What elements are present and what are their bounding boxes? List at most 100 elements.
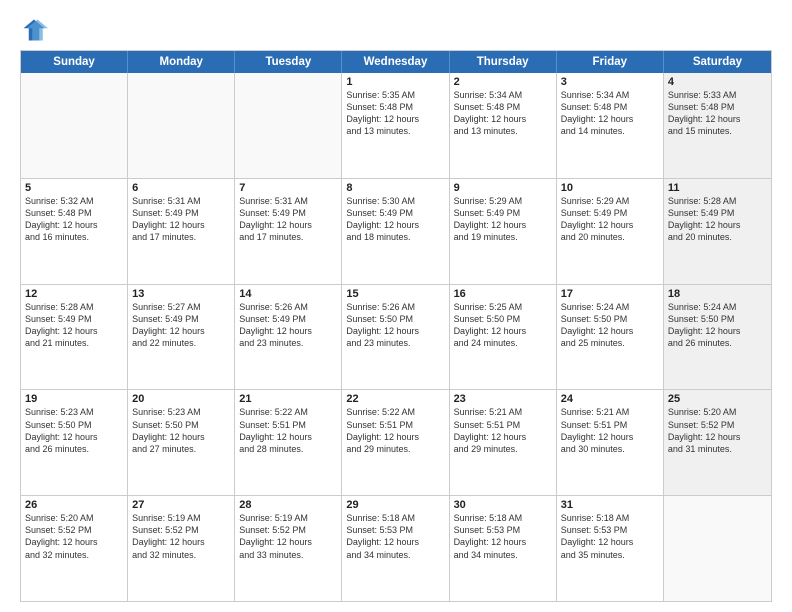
day-number: 7	[239, 182, 337, 194]
cell-info: Sunrise: 5:19 AMSunset: 5:52 PMDaylight:…	[239, 512, 337, 561]
calendar: SundayMondayTuesdayWednesdayThursdayFrid…	[20, 50, 772, 602]
calendar-cell: 23Sunrise: 5:21 AMSunset: 5:51 PMDayligh…	[450, 390, 557, 495]
cell-info: Sunrise: 5:29 AMSunset: 5:49 PMDaylight:…	[454, 195, 552, 244]
day-number: 27	[132, 499, 230, 511]
day-number: 21	[239, 393, 337, 405]
calendar-cell: 8Sunrise: 5:30 AMSunset: 5:49 PMDaylight…	[342, 179, 449, 284]
header-day: Tuesday	[235, 51, 342, 73]
cell-info: Sunrise: 5:22 AMSunset: 5:51 PMDaylight:…	[239, 406, 337, 455]
calendar-cell: 24Sunrise: 5:21 AMSunset: 5:51 PMDayligh…	[557, 390, 664, 495]
header-day: Sunday	[21, 51, 128, 73]
day-number: 28	[239, 499, 337, 511]
cell-info: Sunrise: 5:21 AMSunset: 5:51 PMDaylight:…	[454, 406, 552, 455]
day-number: 17	[561, 288, 659, 300]
cell-info: Sunrise: 5:18 AMSunset: 5:53 PMDaylight:…	[454, 512, 552, 561]
cell-info: Sunrise: 5:31 AMSunset: 5:49 PMDaylight:…	[132, 195, 230, 244]
calendar-cell: 20Sunrise: 5:23 AMSunset: 5:50 PMDayligh…	[128, 390, 235, 495]
day-number: 19	[25, 393, 123, 405]
cell-info: Sunrise: 5:31 AMSunset: 5:49 PMDaylight:…	[239, 195, 337, 244]
cell-info: Sunrise: 5:27 AMSunset: 5:49 PMDaylight:…	[132, 301, 230, 350]
day-number: 10	[561, 182, 659, 194]
cell-info: Sunrise: 5:24 AMSunset: 5:50 PMDaylight:…	[668, 301, 767, 350]
day-number: 31	[561, 499, 659, 511]
calendar-cell: 11Sunrise: 5:28 AMSunset: 5:49 PMDayligh…	[664, 179, 771, 284]
day-number: 20	[132, 393, 230, 405]
calendar-cell: 14Sunrise: 5:26 AMSunset: 5:49 PMDayligh…	[235, 285, 342, 390]
calendar-cell: 13Sunrise: 5:27 AMSunset: 5:49 PMDayligh…	[128, 285, 235, 390]
calendar-cell: 21Sunrise: 5:22 AMSunset: 5:51 PMDayligh…	[235, 390, 342, 495]
calendar-cell: 26Sunrise: 5:20 AMSunset: 5:52 PMDayligh…	[21, 496, 128, 601]
cell-info: Sunrise: 5:26 AMSunset: 5:49 PMDaylight:…	[239, 301, 337, 350]
header-day: Wednesday	[342, 51, 449, 73]
day-number: 2	[454, 76, 552, 88]
day-number: 15	[346, 288, 444, 300]
day-number: 23	[454, 393, 552, 405]
day-number: 14	[239, 288, 337, 300]
calendar-body: 1Sunrise: 5:35 AMSunset: 5:48 PMDaylight…	[21, 73, 771, 601]
cell-info: Sunrise: 5:28 AMSunset: 5:49 PMDaylight:…	[25, 301, 123, 350]
cell-info: Sunrise: 5:29 AMSunset: 5:49 PMDaylight:…	[561, 195, 659, 244]
calendar-row: 1Sunrise: 5:35 AMSunset: 5:48 PMDaylight…	[21, 73, 771, 178]
cell-info: Sunrise: 5:34 AMSunset: 5:48 PMDaylight:…	[561, 89, 659, 138]
day-number: 30	[454, 499, 552, 511]
calendar-cell: 1Sunrise: 5:35 AMSunset: 5:48 PMDaylight…	[342, 73, 449, 178]
day-number: 5	[25, 182, 123, 194]
calendar-row: 5Sunrise: 5:32 AMSunset: 5:48 PMDaylight…	[21, 178, 771, 284]
calendar-cell: 2Sunrise: 5:34 AMSunset: 5:48 PMDaylight…	[450, 73, 557, 178]
calendar-cell: 15Sunrise: 5:26 AMSunset: 5:50 PMDayligh…	[342, 285, 449, 390]
page: SundayMondayTuesdayWednesdayThursdayFrid…	[0, 0, 792, 612]
header-day: Friday	[557, 51, 664, 73]
calendar-row: 26Sunrise: 5:20 AMSunset: 5:52 PMDayligh…	[21, 495, 771, 601]
day-number: 8	[346, 182, 444, 194]
logo-icon	[20, 16, 48, 44]
cell-info: Sunrise: 5:18 AMSunset: 5:53 PMDaylight:…	[561, 512, 659, 561]
day-number: 29	[346, 499, 444, 511]
day-number: 16	[454, 288, 552, 300]
cell-info: Sunrise: 5:28 AMSunset: 5:49 PMDaylight:…	[668, 195, 767, 244]
calendar-cell: 30Sunrise: 5:18 AMSunset: 5:53 PMDayligh…	[450, 496, 557, 601]
day-number: 3	[561, 76, 659, 88]
calendar-cell: 3Sunrise: 5:34 AMSunset: 5:48 PMDaylight…	[557, 73, 664, 178]
calendar-cell: 6Sunrise: 5:31 AMSunset: 5:49 PMDaylight…	[128, 179, 235, 284]
day-number: 1	[346, 76, 444, 88]
calendar-cell: 18Sunrise: 5:24 AMSunset: 5:50 PMDayligh…	[664, 285, 771, 390]
calendar-cell	[235, 73, 342, 178]
cell-info: Sunrise: 5:18 AMSunset: 5:53 PMDaylight:…	[346, 512, 444, 561]
calendar-cell: 10Sunrise: 5:29 AMSunset: 5:49 PMDayligh…	[557, 179, 664, 284]
cell-info: Sunrise: 5:32 AMSunset: 5:48 PMDaylight:…	[25, 195, 123, 244]
calendar-cell: 4Sunrise: 5:33 AMSunset: 5:48 PMDaylight…	[664, 73, 771, 178]
logo	[20, 16, 52, 44]
cell-info: Sunrise: 5:20 AMSunset: 5:52 PMDaylight:…	[668, 406, 767, 455]
cell-info: Sunrise: 5:20 AMSunset: 5:52 PMDaylight:…	[25, 512, 123, 561]
day-number: 12	[25, 288, 123, 300]
day-number: 18	[668, 288, 767, 300]
calendar-cell: 5Sunrise: 5:32 AMSunset: 5:48 PMDaylight…	[21, 179, 128, 284]
calendar-header: SundayMondayTuesdayWednesdayThursdayFrid…	[21, 51, 771, 73]
header-day: Saturday	[664, 51, 771, 73]
calendar-cell: 9Sunrise: 5:29 AMSunset: 5:49 PMDaylight…	[450, 179, 557, 284]
day-number: 25	[668, 393, 767, 405]
calendar-cell: 16Sunrise: 5:25 AMSunset: 5:50 PMDayligh…	[450, 285, 557, 390]
calendar-cell: 27Sunrise: 5:19 AMSunset: 5:52 PMDayligh…	[128, 496, 235, 601]
header-day: Monday	[128, 51, 235, 73]
calendar-cell: 29Sunrise: 5:18 AMSunset: 5:53 PMDayligh…	[342, 496, 449, 601]
calendar-cell: 22Sunrise: 5:22 AMSunset: 5:51 PMDayligh…	[342, 390, 449, 495]
day-number: 26	[25, 499, 123, 511]
calendar-cell: 28Sunrise: 5:19 AMSunset: 5:52 PMDayligh…	[235, 496, 342, 601]
day-number: 13	[132, 288, 230, 300]
calendar-row: 12Sunrise: 5:28 AMSunset: 5:49 PMDayligh…	[21, 284, 771, 390]
day-number: 6	[132, 182, 230, 194]
cell-info: Sunrise: 5:19 AMSunset: 5:52 PMDaylight:…	[132, 512, 230, 561]
calendar-cell: 19Sunrise: 5:23 AMSunset: 5:50 PMDayligh…	[21, 390, 128, 495]
cell-info: Sunrise: 5:35 AMSunset: 5:48 PMDaylight:…	[346, 89, 444, 138]
day-number: 22	[346, 393, 444, 405]
day-number: 24	[561, 393, 659, 405]
calendar-cell: 17Sunrise: 5:24 AMSunset: 5:50 PMDayligh…	[557, 285, 664, 390]
calendar-cell	[21, 73, 128, 178]
header	[20, 16, 772, 44]
day-number: 9	[454, 182, 552, 194]
calendar-cell: 25Sunrise: 5:20 AMSunset: 5:52 PMDayligh…	[664, 390, 771, 495]
calendar-cell	[664, 496, 771, 601]
cell-info: Sunrise: 5:23 AMSunset: 5:50 PMDaylight:…	[132, 406, 230, 455]
cell-info: Sunrise: 5:34 AMSunset: 5:48 PMDaylight:…	[454, 89, 552, 138]
